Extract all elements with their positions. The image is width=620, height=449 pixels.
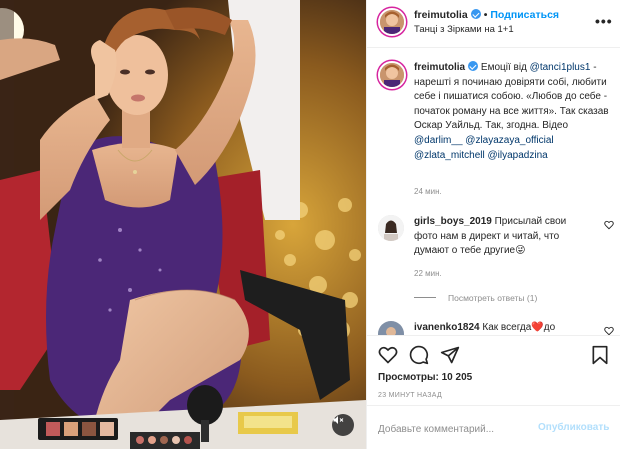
- instagram-post: freimutolia • Подписаться Танці з Зірками …: [0, 0, 620, 449]
- mention-link[interactable]: @zlayazaya_official: [465, 135, 553, 146]
- views-count[interactable]: Просмотры: 10 205: [378, 372, 472, 383]
- post-header: freimutolia • Подписаться Танці з Зірками …: [367, 0, 620, 48]
- mention-link[interactable]: @darlim__: [414, 135, 463, 146]
- comment-time[interactable]: 22 мин.: [414, 269, 442, 278]
- video-frame: [0, 0, 366, 449]
- author-avatar[interactable]: [378, 8, 406, 36]
- author-username[interactable]: freimutolia: [414, 9, 468, 21]
- add-comment-form: Опубликовать: [367, 405, 620, 449]
- bookmark-icon[interactable]: [591, 345, 609, 365]
- post-subtitle[interactable]: Танці з Зірками на 1+1: [414, 24, 514, 35]
- comment-username[interactable]: girls_boys_2019: [414, 216, 492, 227]
- commenter-avatar[interactable]: [378, 215, 404, 241]
- view-replies-button[interactable]: Посмотреть ответы (1): [414, 293, 537, 303]
- commenter-avatar[interactable]: [378, 321, 404, 335]
- mute-icon: [333, 416, 344, 424]
- post-timestamp[interactable]: 23 МИНУТ НАЗАД: [378, 392, 442, 399]
- comment-text: ivanenko1824 Как всегда❤️до: [414, 321, 592, 335]
- mention-link[interactable]: @tanci1plus1: [530, 62, 591, 73]
- caption-time[interactable]: 24 мин.: [414, 187, 442, 196]
- mention-link[interactable]: @ilyapadzina: [488, 150, 548, 161]
- replies-divider: [414, 297, 436, 298]
- video-player[interactable]: [0, 0, 366, 449]
- post-actions: Просмотры: 10 205 23 МИНУТ НАЗАД: [367, 335, 620, 405]
- mute-button[interactable]: [332, 414, 354, 436]
- view-replies-label: Посмотреть ответы (1): [448, 293, 538, 303]
- follow-button[interactable]: Подписаться: [490, 9, 559, 21]
- comment-like-icon[interactable]: [604, 326, 614, 335]
- verified-badge-icon: [468, 61, 479, 71]
- mention-link[interactable]: @zlata_mitchell: [414, 150, 485, 161]
- caption-avatar[interactable]: [378, 61, 406, 89]
- more-options-icon[interactable]: •••: [595, 13, 613, 29]
- verified-badge-icon: [470, 9, 481, 19]
- publish-button[interactable]: Опубликовать: [538, 422, 609, 433]
- comment-text: girls_boys_2019 Присылай свои фото нам в…: [414, 215, 592, 259]
- post-side-panel: freimutolia • Подписаться Танці з Зірками …: [366, 0, 620, 449]
- heart-icon[interactable]: [378, 345, 398, 365]
- share-icon[interactable]: [440, 345, 460, 365]
- comment-icon[interactable]: [409, 345, 429, 365]
- comments-list[interactable]: freimutolia Емоції від @tanci1plus1 - на…: [367, 49, 620, 335]
- comment-like-icon[interactable]: [604, 220, 614, 230]
- caption-username[interactable]: freimutolia: [414, 62, 465, 73]
- comment-body: Как всегда❤️до: [479, 322, 556, 333]
- caption-text-part: Емоції від: [478, 62, 530, 73]
- comment-input[interactable]: [378, 422, 528, 436]
- author-line: freimutolia • Подписаться: [414, 9, 559, 21]
- caption-text: freimutolia Емоції від @tanci1plus1 - на…: [414, 61, 610, 163]
- comment-username[interactable]: ivanenko1824: [414, 322, 480, 333]
- separator-dot: •: [483, 9, 488, 21]
